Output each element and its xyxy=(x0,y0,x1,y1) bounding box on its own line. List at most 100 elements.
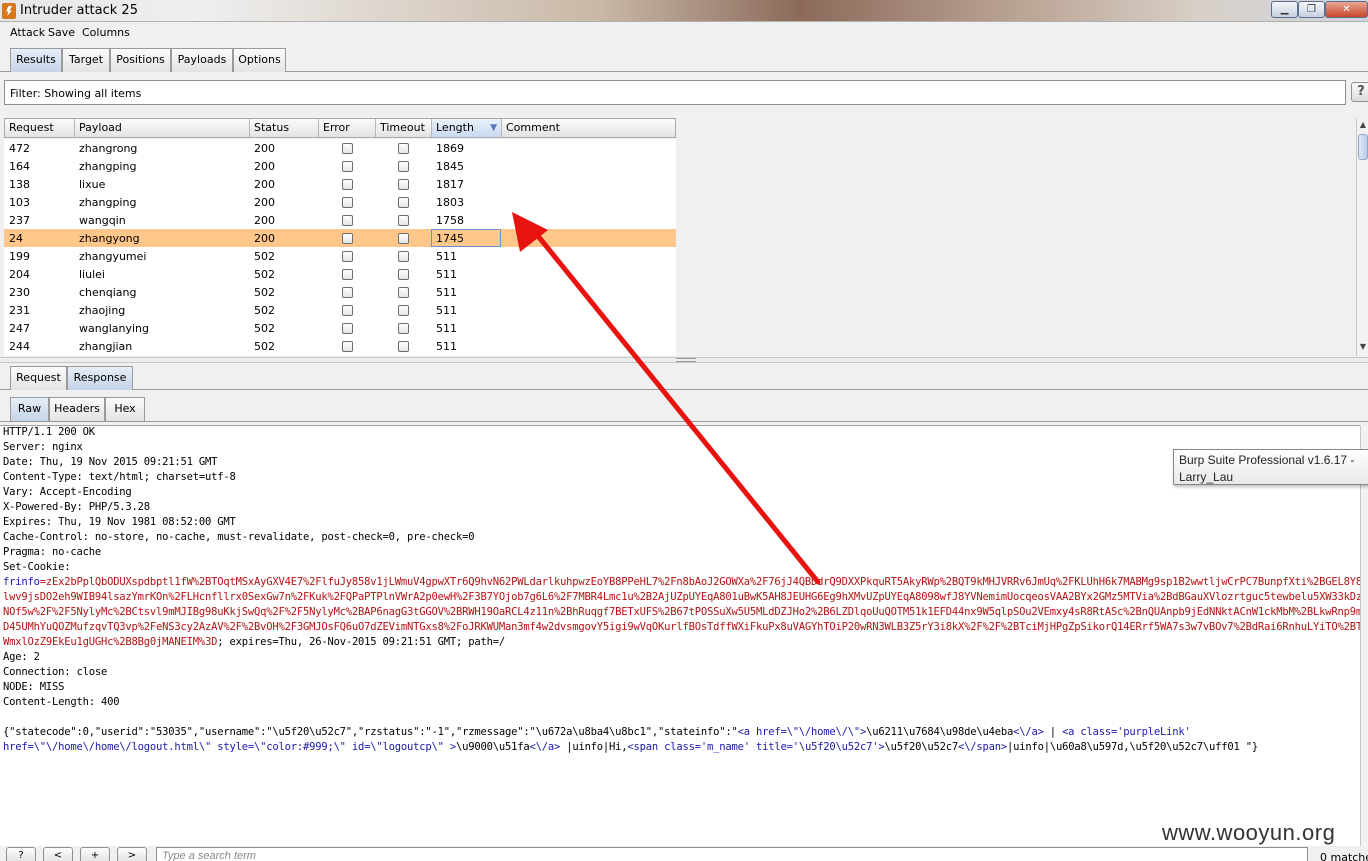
menu-attack[interactable]: Attack xyxy=(10,26,45,39)
response-header-line: Pragma: no-cache xyxy=(3,546,101,558)
table-row[interactable]: 138 lixue 200 1817 xyxy=(4,175,676,193)
tab-response[interactable]: Response xyxy=(67,366,133,390)
column-error[interactable]: Error xyxy=(319,119,376,137)
results-scroll-thumb[interactable] xyxy=(1358,134,1368,160)
timeout-checkbox[interactable] xyxy=(398,287,409,298)
table-row[interactable]: 204 liulei 502 511 xyxy=(4,265,676,283)
cell-request: 204 xyxy=(9,268,30,281)
search-help-button[interactable]: ? xyxy=(6,847,36,861)
cell-request: 472 xyxy=(9,142,30,155)
table-row[interactable]: 24 zhangyong 200 1745 xyxy=(4,229,676,247)
timeout-checkbox[interactable] xyxy=(398,305,409,316)
response-header-line: Set-Cookie: xyxy=(3,561,71,573)
cell-status: 502 xyxy=(254,322,275,335)
body-text-myfeiren: \u6211\u7684\u98de\u4eba xyxy=(866,726,1014,738)
cell-length: 1817 xyxy=(436,178,464,191)
error-checkbox[interactable] xyxy=(342,179,353,190)
timeout-checkbox[interactable] xyxy=(398,179,409,190)
response-header-line: Vary: Accept-Encoding xyxy=(3,486,132,498)
sort-descending-icon: ▼ xyxy=(490,123,497,133)
column-timeout[interactable]: Timeout xyxy=(376,119,432,137)
error-checkbox[interactable] xyxy=(342,197,353,208)
tab-results[interactable]: Results xyxy=(10,48,62,72)
column-payload[interactable]: Payload xyxy=(75,119,250,137)
error-checkbox[interactable] xyxy=(342,305,353,316)
timeout-checkbox[interactable] xyxy=(398,269,409,280)
filter-text: Filter: Showing all items xyxy=(10,87,142,100)
search-input[interactable] xyxy=(156,847,1308,861)
splitter-grip-icon[interactable] xyxy=(676,358,696,362)
body-tag-span: <span class='m_name' title='\u5f20\u52c7… xyxy=(627,741,885,753)
scroll-down-icon[interactable]: ▼ xyxy=(1357,340,1368,354)
tab-positions[interactable]: Positions xyxy=(110,48,171,72)
body-sep: | xyxy=(1043,726,1063,738)
response-header-line: X-Powered-By: PHP/5.3.28 xyxy=(3,501,150,513)
pane-splitter[interactable] xyxy=(0,357,1368,363)
table-row[interactable]: 231 zhaojing 502 511 xyxy=(4,301,676,319)
timeout-checkbox[interactable] xyxy=(398,233,409,244)
minimize-button[interactable]: ▁ xyxy=(1271,1,1298,18)
error-checkbox[interactable] xyxy=(342,143,353,154)
error-checkbox[interactable] xyxy=(342,323,353,334)
table-row[interactable]: 472 zhangrong 200 1869 xyxy=(4,139,676,157)
tab-raw[interactable]: Raw xyxy=(10,397,49,421)
column-request[interactable]: Request xyxy=(5,119,75,137)
tab-headers[interactable]: Headers xyxy=(49,397,105,421)
results-empty-area xyxy=(676,118,1356,356)
timeout-checkbox[interactable] xyxy=(398,143,409,154)
cookie-value-5: WmxlOzZ9EkEu1gUGHc%2B8Bg0jMANEIM%3D xyxy=(3,636,218,648)
filter-bar[interactable]: Filter: Showing all items xyxy=(4,80,1346,105)
search-prev-button[interactable]: < xyxy=(43,847,73,861)
tab-request[interactable]: Request xyxy=(10,366,67,390)
cell-request: 103 xyxy=(9,196,30,209)
response-scrollbar[interactable] xyxy=(1360,425,1368,846)
cell-payload: zhangjian xyxy=(79,340,133,353)
filter-help-button[interactable]: ? xyxy=(1351,82,1368,102)
error-checkbox[interactable] xyxy=(342,287,353,298)
table-row[interactable]: 164 zhangping 200 1845 xyxy=(4,157,676,175)
response-raw-view[interactable]: HTTP/1.1 200 OK Server: nginx Date: Thu, 1… xyxy=(0,425,1360,846)
view-tab-bar: Raw Headers Hex xyxy=(0,397,1368,422)
timeout-checkbox[interactable] xyxy=(398,215,409,226)
table-row[interactable]: 199 zhangyumei 502 511 xyxy=(4,247,676,265)
error-checkbox[interactable] xyxy=(342,215,353,226)
cell-request: 247 xyxy=(9,322,30,335)
error-checkbox[interactable] xyxy=(342,269,353,280)
cell-length: 511 xyxy=(436,322,457,335)
search-add-button[interactable]: + xyxy=(80,847,110,861)
maximize-button[interactable]: ❐ xyxy=(1298,1,1325,18)
table-row[interactable]: 247 wanglanying 502 511 xyxy=(4,319,676,337)
timeout-checkbox[interactable] xyxy=(398,251,409,262)
table-row[interactable]: 230 chenqiang 502 511 xyxy=(4,283,676,301)
body-json-start: {"statecode":0,"userid":"53035","usernam… xyxy=(3,726,738,738)
cell-payload: chenqiang xyxy=(79,286,137,299)
menu-columns[interactable]: Columns xyxy=(82,26,130,39)
timeout-checkbox[interactable] xyxy=(398,161,409,172)
cell-status: 200 xyxy=(254,178,275,191)
results-scrollbar[interactable]: ▲ ▼ xyxy=(1356,118,1368,356)
error-checkbox[interactable] xyxy=(342,341,353,352)
tab-options[interactable]: Options xyxy=(233,48,286,72)
results-panel: Request Payload Status Error Timeout Len… xyxy=(0,116,1368,356)
table-row[interactable]: 244 zhangjian 502 511 xyxy=(4,337,676,355)
body-text-logout: \u9000\u51fa xyxy=(456,741,530,753)
cell-status: 502 xyxy=(254,268,275,281)
column-length[interactable]: Length ▼ xyxy=(432,119,502,137)
timeout-checkbox[interactable] xyxy=(398,341,409,352)
search-next-button[interactable]: > xyxy=(117,847,147,861)
menu-save[interactable]: Save xyxy=(48,26,75,39)
close-button[interactable]: ✕ xyxy=(1325,1,1368,18)
tab-hex[interactable]: Hex xyxy=(105,397,145,421)
column-status[interactable]: Status xyxy=(250,119,319,137)
tab-payloads[interactable]: Payloads xyxy=(171,48,233,72)
timeout-checkbox[interactable] xyxy=(398,323,409,334)
table-row[interactable]: 237 wangqin 200 1758 xyxy=(4,211,676,229)
timeout-checkbox[interactable] xyxy=(398,197,409,208)
column-comment[interactable]: Comment xyxy=(502,119,675,137)
tab-target[interactable]: Target xyxy=(62,48,110,72)
table-row[interactable]: 103 zhangping 200 1803 xyxy=(4,193,676,211)
scroll-up-icon[interactable]: ▲ xyxy=(1357,118,1368,132)
error-checkbox[interactable] xyxy=(342,251,353,262)
error-checkbox[interactable] xyxy=(342,233,353,244)
error-checkbox[interactable] xyxy=(342,161,353,172)
